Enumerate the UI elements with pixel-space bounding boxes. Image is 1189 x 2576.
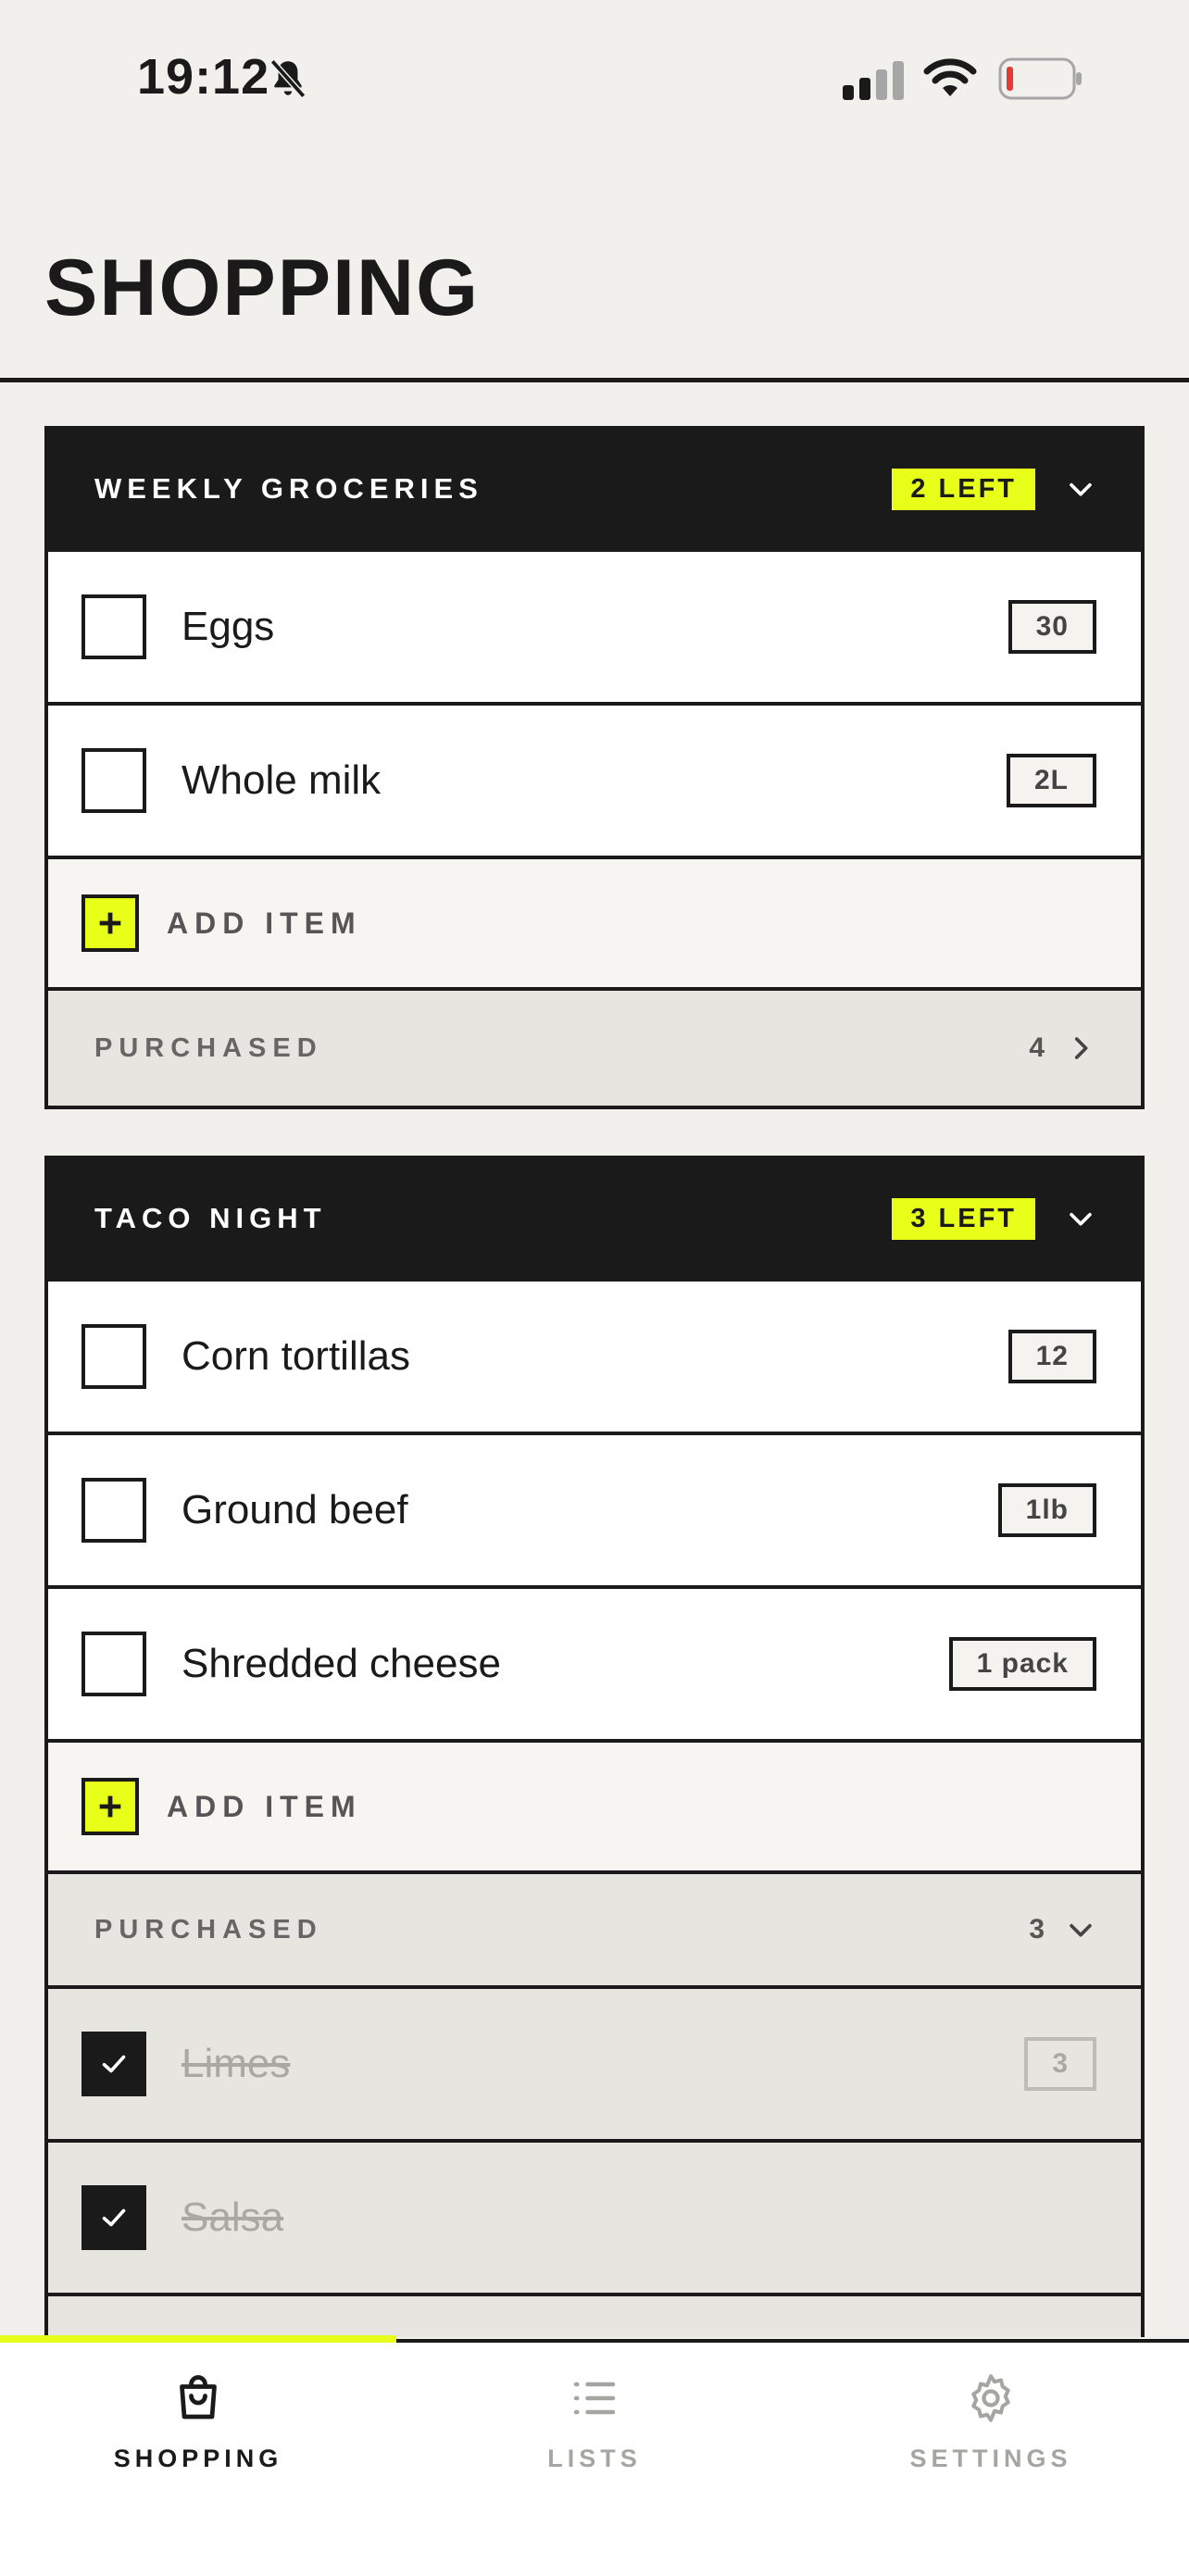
list-item: Corn tortillas 12: [48, 1282, 1141, 1435]
purchased-item: [48, 2296, 1141, 2337]
list-item: Ground beef 1lb: [48, 1435, 1141, 1589]
item-checkbox-checked[interactable]: [81, 2185, 146, 2250]
lists-scroll-area[interactable]: WEEKLY GROCERIES 2 LEFT Eggs 30 Whole mi…: [44, 426, 1145, 2337]
tab-shopping[interactable]: SHOPPING: [0, 2343, 396, 2500]
items-left-badge: 3 LEFT: [892, 1197, 1035, 1240]
item-quantity[interactable]: 2L: [1006, 754, 1096, 807]
item-quantity[interactable]: 30: [1008, 600, 1096, 654]
item-name: Ground beef: [181, 1487, 408, 1532]
page-title: SHOPPING: [44, 244, 480, 332]
item-name: Corn tortillas: [181, 1333, 410, 1379]
tab-settings[interactable]: SETTINGS: [793, 2343, 1189, 2500]
purchased-label: PURCHASED: [94, 1914, 323, 1945]
list-icon: [573, 2382, 616, 2415]
bell-slash-icon: [269, 59, 307, 98]
item-quantity[interactable]: 1lb: [997, 1483, 1096, 1537]
list-title: WEEKLY GROCERIES: [94, 472, 483, 505]
purchased-count: 3: [1029, 1914, 1045, 1945]
plus-icon: [81, 1778, 139, 1835]
chevron-down-icon[interactable]: [1065, 1203, 1096, 1234]
plus-icon: [81, 894, 139, 952]
item-checkbox-checked[interactable]: [81, 2032, 146, 2096]
items-left-badge: 2 LEFT: [892, 468, 1035, 510]
purchased-label: PURCHASED: [94, 1032, 323, 1063]
item-checkbox[interactable]: [81, 1478, 146, 1543]
purchased-item: Salsa: [48, 2143, 1141, 2296]
chevron-down-icon[interactable]: [1065, 473, 1096, 505]
item-checkbox[interactable]: [81, 594, 146, 659]
chevron-right-icon: [1074, 1037, 1088, 1059]
status-bar: 19:12: [0, 0, 1189, 157]
list-title: TACO NIGHT: [94, 1202, 327, 1234]
list-item: Shredded cheese 1 pack: [48, 1589, 1141, 1743]
purchased-item: Limes 3: [48, 1989, 1141, 2143]
list-item: Eggs 30: [48, 552, 1141, 706]
add-item-button[interactable]: ADD ITEM: [48, 859, 1141, 991]
list-card-weekly-groceries: WEEKLY GROCERIES 2 LEFT Eggs 30 Whole mi…: [44, 426, 1145, 1109]
active-tab-indicator: [0, 2335, 396, 2343]
list-item: Whole milk 2L: [48, 706, 1141, 859]
tab-lists[interactable]: LISTS: [396, 2343, 793, 2500]
item-checkbox[interactable]: [81, 1632, 146, 1696]
add-item-label: ADD ITEM: [167, 906, 362, 940]
status-time: 19:12: [137, 49, 270, 105]
bottom-nav: SHOPPING LISTS SETTINGS: [0, 2335, 1189, 2576]
add-item-label: ADD ITEM: [167, 1789, 362, 1823]
tab-label: LISTS: [547, 2445, 642, 2472]
list-card-taco-night: TACO NIGHT 3 LEFT Corn tortillas 12 Grou…: [44, 1156, 1145, 2337]
item-checkbox[interactable]: [81, 748, 146, 813]
cellular-signal-icon: [843, 61, 904, 100]
add-item-button[interactable]: ADD ITEM: [48, 1743, 1141, 1874]
battery-low-icon: [998, 57, 1082, 100]
item-checkbox[interactable]: [81, 1324, 146, 1389]
gear-icon: [971, 2374, 1010, 2422]
check-icon: [102, 2208, 126, 2227]
list-header[interactable]: WEEKLY GROCERIES 2 LEFT: [48, 430, 1141, 552]
item-name: Salsa: [181, 2195, 284, 2240]
item-quantity[interactable]: 12: [1008, 1330, 1096, 1383]
item-quantity[interactable]: 1 pack: [948, 1637, 1096, 1691]
item-quantity[interactable]: 3: [1024, 2037, 1096, 2091]
wifi-icon: [923, 58, 977, 96]
purchased-toggle[interactable]: PURCHASED 3: [48, 1874, 1141, 1989]
item-name: Eggs: [181, 604, 275, 649]
shopping-bag-icon: [180, 2375, 217, 2420]
purchased-count: 4: [1029, 1032, 1045, 1063]
item-name: Shredded cheese: [181, 1641, 501, 1686]
check-icon: [102, 2055, 126, 2073]
list-header[interactable]: TACO NIGHT 3 LEFT: [48, 1159, 1141, 1282]
chevron-down-icon: [1070, 1923, 1092, 1937]
purchased-toggle[interactable]: PURCHASED 4: [48, 991, 1141, 1106]
item-name: Limes: [181, 2041, 291, 2086]
title-divider: [0, 378, 1189, 382]
tab-label: SHOPPING: [113, 2445, 283, 2472]
item-name: Whole milk: [181, 757, 382, 803]
tab-label: SETTINGS: [909, 2445, 1072, 2472]
